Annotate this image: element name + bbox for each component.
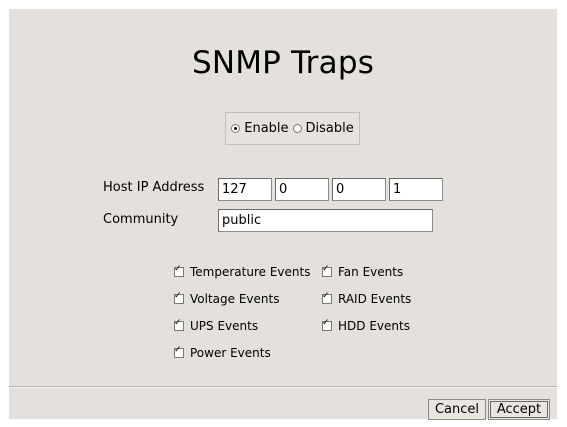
hdd-events-option[interactable]: HDD Events	[322, 318, 410, 333]
enable-label: Enable	[244, 121, 289, 136]
voltage-events-option[interactable]: Voltage Events	[174, 291, 280, 306]
fan-events-option[interactable]: Fan Events	[322, 264, 404, 279]
power-events-checkbox[interactable]	[174, 345, 184, 358]
community-input[interactable]	[218, 209, 433, 232]
enable-radio[interactable]	[231, 124, 241, 133]
cancel-button[interactable]: Cancel	[428, 399, 486, 420]
mode-group: Enable Disable	[225, 112, 360, 145]
host-ip-label: Host IP Address	[103, 180, 205, 195]
hdd-events-label: HDD Events	[338, 319, 410, 333]
enable-radio-option[interactable]: Enable	[231, 121, 289, 136]
fan-events-label: Fan Events	[338, 265, 404, 279]
ups-events-option[interactable]: UPS Events	[174, 318, 259, 333]
page-title: SNMP Traps	[191, 45, 375, 81]
voltage-events-label: Voltage Events	[190, 292, 280, 306]
ip-octet-4-input[interactable]	[389, 178, 443, 201]
temperature-events-checkbox[interactable]	[174, 264, 184, 277]
disable-label: Disable	[305, 121, 354, 136]
ups-events-checkbox[interactable]	[174, 318, 184, 331]
fan-events-checkbox[interactable]	[322, 264, 332, 277]
snmp-traps-panel: SNMP Traps Enable Disable Host IP Addres…	[9, 9, 557, 420]
temperature-events-label: Temperature Events	[190, 265, 311, 279]
disable-radio[interactable]	[292, 124, 302, 133]
raid-events-label: RAID Events	[338, 292, 412, 306]
power-events-option[interactable]: Power Events	[174, 345, 271, 360]
voltage-events-checkbox[interactable]	[174, 291, 184, 304]
disable-radio-option[interactable]: Disable	[292, 121, 354, 136]
ip-octet-3-input[interactable]	[332, 178, 386, 201]
ip-octet-2-input[interactable]	[275, 178, 329, 201]
hdd-events-checkbox[interactable]	[322, 318, 332, 331]
ip-octet-1-input[interactable]	[218, 178, 272, 201]
community-label: Community	[103, 212, 179, 227]
raid-events-option[interactable]: RAID Events	[322, 291, 412, 306]
temperature-events-option[interactable]: Temperature Events	[174, 264, 311, 279]
ups-events-label: UPS Events	[190, 319, 259, 333]
accept-button[interactable]: Accept	[488, 399, 550, 420]
raid-events-checkbox[interactable]	[322, 291, 332, 304]
power-events-label: Power Events	[190, 346, 271, 360]
